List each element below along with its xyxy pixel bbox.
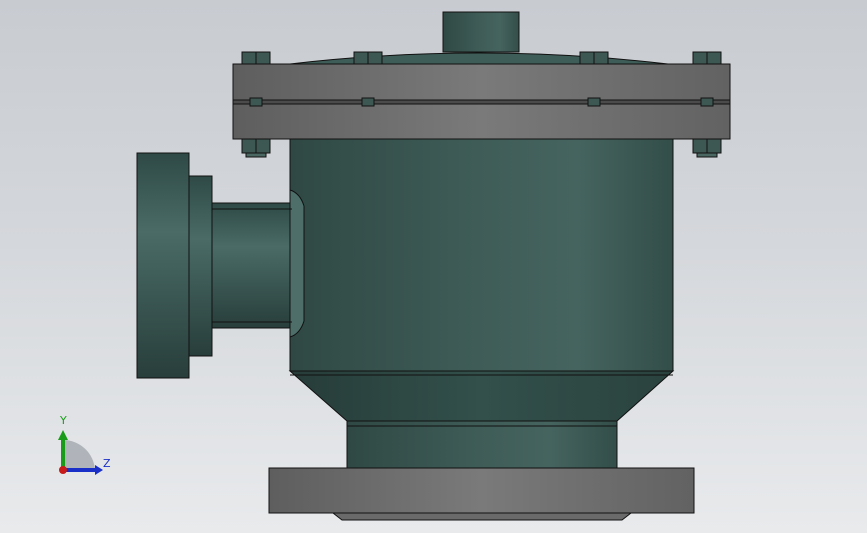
- valve-model[interactable]: [0, 0, 867, 533]
- upper-flange[interactable]: [232, 63, 731, 140]
- triad-y-label: Y: [60, 414, 67, 427]
- side-flange[interactable]: [136, 152, 213, 379]
- triad-z-label: Z: [103, 457, 111, 470]
- side-inlet-nozzle[interactable]: [211, 189, 305, 338]
- bottom-neck[interactable]: [346, 420, 618, 469]
- dome-cap[interactable]: [289, 52, 669, 65]
- conical-reducer[interactable]: [288, 370, 675, 422]
- main-body[interactable]: [289, 138, 674, 372]
- triad-x-axis: [59, 466, 67, 474]
- top-outlet-pipe[interactable]: [442, 11, 520, 53]
- orientation-triad: [58, 430, 103, 475]
- triad-plane-icon: [63, 439, 95, 470]
- bottom-flange[interactable]: [268, 467, 695, 521]
- graphics-viewport[interactable]: Y Z: [0, 0, 867, 533]
